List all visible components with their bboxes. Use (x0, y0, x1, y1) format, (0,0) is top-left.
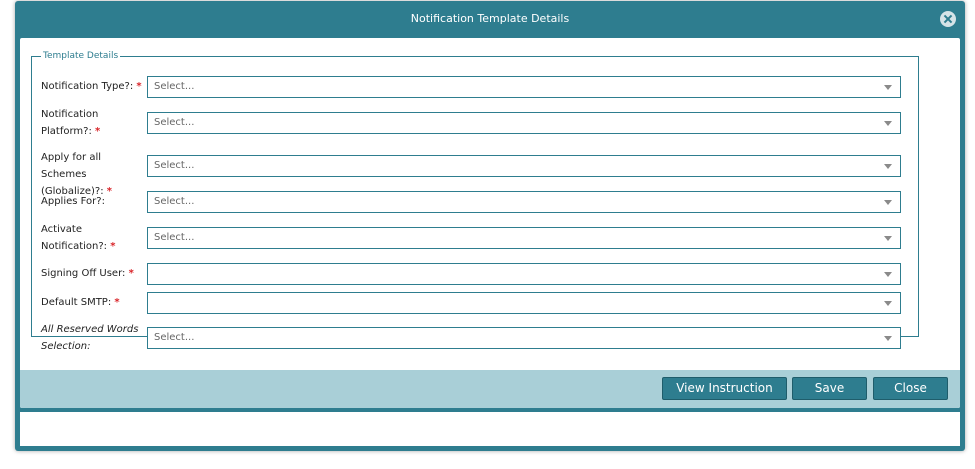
field-label: Notification Type?: * (41, 81, 142, 92)
required-marker: * (95, 126, 101, 137)
required-marker: * (110, 241, 116, 252)
reserved-words-select[interactable]: Select... (147, 327, 901, 349)
chevron-down-icon (884, 85, 892, 90)
close-button[interactable]: Close (873, 377, 948, 400)
signing-off-user-select[interactable] (147, 263, 901, 285)
required-marker: * (114, 297, 120, 308)
dialog-title: Notification Template Details (410, 12, 570, 25)
chevron-down-icon (884, 200, 892, 205)
field-label: Signing Off User: * (41, 268, 134, 279)
field-label: Activate Notification?: * (41, 224, 116, 252)
activate-notification-select[interactable]: Select... (147, 227, 901, 249)
required-marker: * (128, 268, 134, 279)
dialog-lower-panel (20, 412, 960, 446)
notification-type-select[interactable]: Select... (147, 76, 901, 98)
view-instruction-button[interactable]: View Instruction (662, 377, 787, 400)
group-legend: Template Details (43, 51, 119, 61)
dialog-body: Template Details Notification Type?: * S… (20, 38, 960, 408)
notification-platform-select[interactable]: Select... (147, 112, 901, 134)
save-button[interactable]: Save (792, 377, 867, 400)
field-label: Notification Platform?: * (41, 109, 101, 137)
chevron-down-icon (884, 272, 892, 277)
chevron-down-icon (884, 121, 892, 126)
close-icon[interactable] (940, 11, 956, 27)
field-label: Applies For?: (41, 196, 105, 207)
dialog-footer: View Instruction Save Close (20, 370, 960, 408)
chevron-down-icon (884, 236, 892, 241)
field-label: All Reserved Words Selection: (41, 324, 139, 352)
template-details-group: Template Details Notification Type?: * S… (31, 51, 919, 352)
chevron-down-icon (884, 164, 892, 169)
notification-template-dialog: Notification Template Details Template D… (15, 1, 965, 451)
apply-all-schemes-select[interactable]: Select... (147, 155, 901, 177)
applies-for-select[interactable]: Select... (147, 191, 901, 213)
field-label: Default SMTP: * (41, 297, 120, 308)
chevron-down-icon (884, 336, 892, 341)
chevron-down-icon (884, 301, 892, 306)
default-smtp-select[interactable] (147, 292, 901, 314)
required-marker: * (136, 81, 142, 92)
